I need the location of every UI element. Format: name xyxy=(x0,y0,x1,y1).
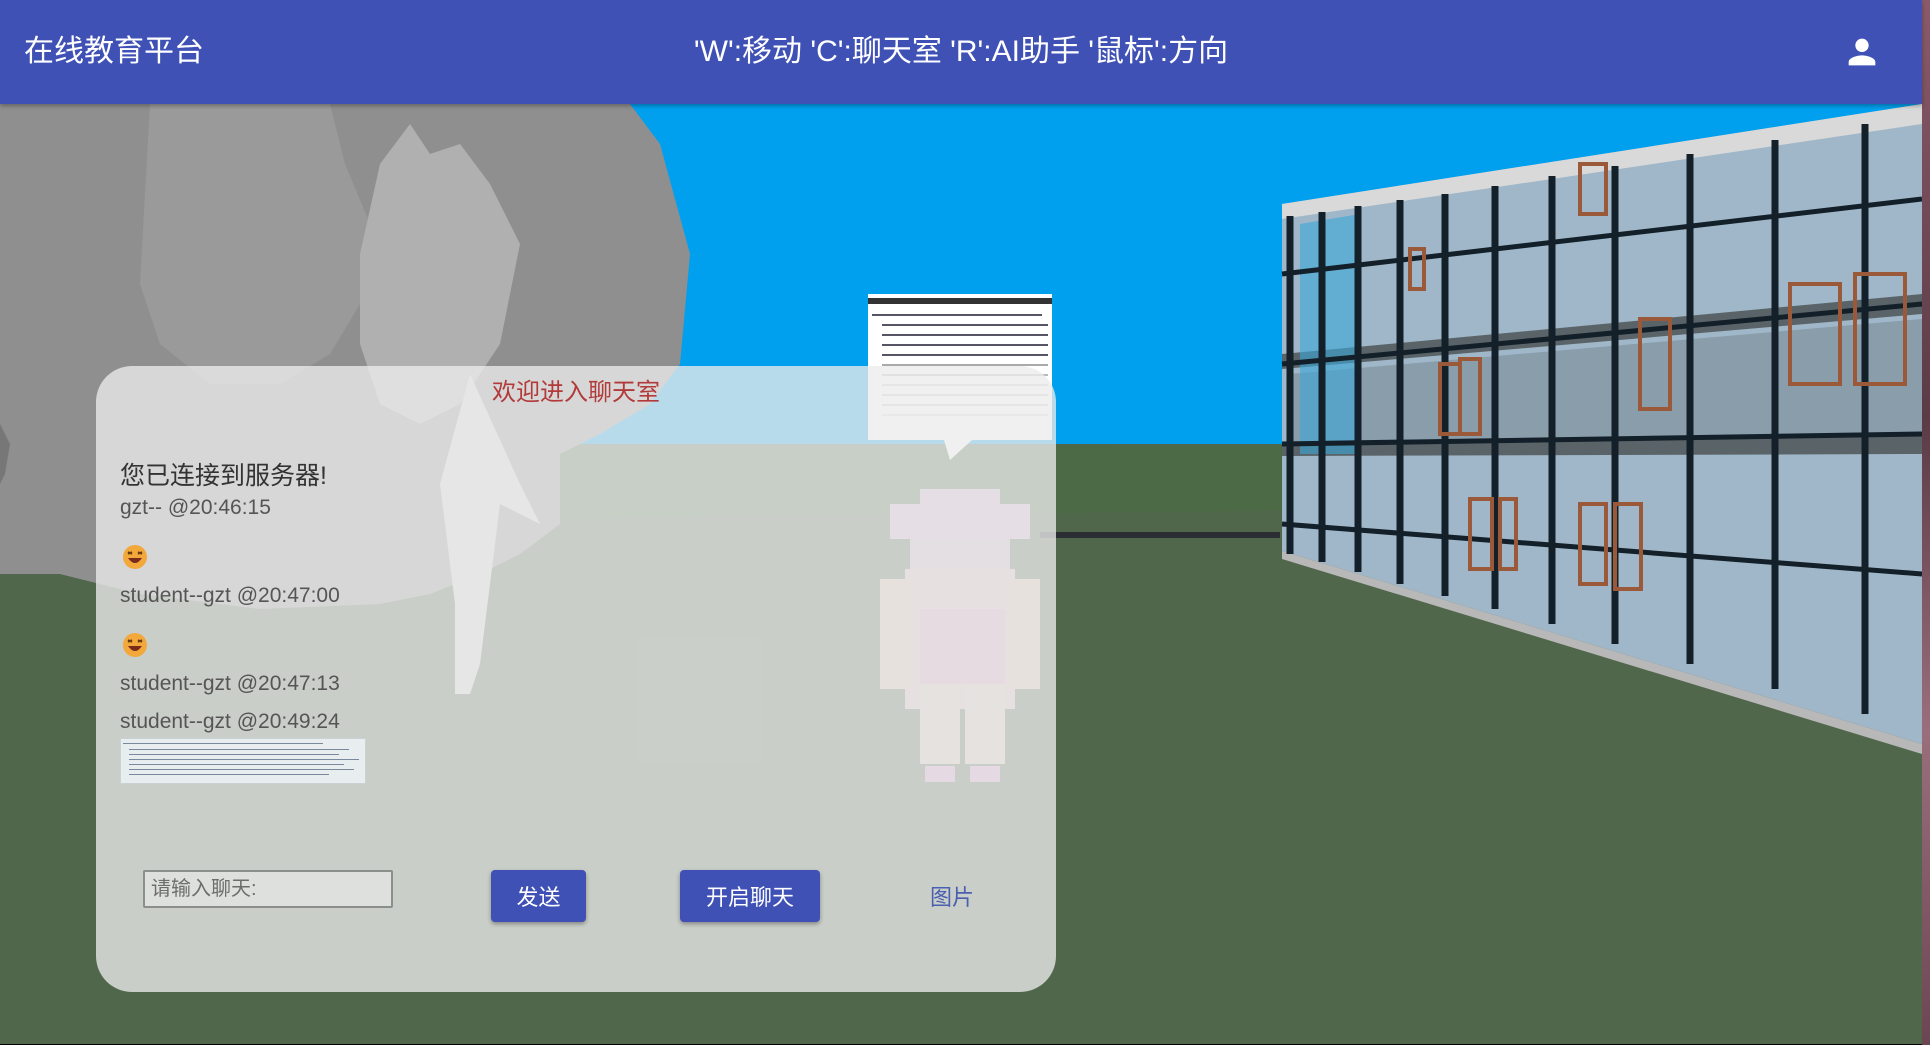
controls-hint: 'W':移动 'C':聊天室 'R':AI助手 '鼠标':方向 xyxy=(693,35,1229,68)
chat-panel: 欢迎进入聊天室 您已连接到服务器! gzt-- @20:46:15 studen… xyxy=(96,366,1056,992)
app-root: 在线教育平台 'W':移动 'C':聊天室 'R':AI助手 '鼠标':方向 欢… xyxy=(0,0,1930,1045)
message-image[interactable] xyxy=(120,738,366,784)
message-text: 您已连接到服务器! xyxy=(120,462,327,490)
chat-input[interactable] xyxy=(143,870,393,908)
chat-title: 欢迎进入聊天室 xyxy=(492,379,660,406)
app-bar: 在线教育平台 'W':移动 'C':聊天室 'R':AI助手 '鼠标':方向 xyxy=(0,0,1922,104)
laughing-emoji-icon xyxy=(123,633,147,657)
message-meta: student--gzt @20:47:13 xyxy=(120,672,340,695)
message-meta: student--gzt @20:49:24 xyxy=(120,710,340,733)
laughing-emoji-icon xyxy=(123,545,147,569)
account-icon[interactable] xyxy=(1842,32,1882,72)
window-edge xyxy=(1922,0,1930,1045)
image-button[interactable]: 图片 xyxy=(930,880,974,912)
message-meta: student--gzt @20:47:00 xyxy=(120,584,340,607)
send-button[interactable]: 发送 xyxy=(491,870,586,922)
open-chat-button[interactable]: 开启聊天 xyxy=(680,870,820,922)
message-meta: gzt-- @20:46:15 xyxy=(120,496,271,519)
